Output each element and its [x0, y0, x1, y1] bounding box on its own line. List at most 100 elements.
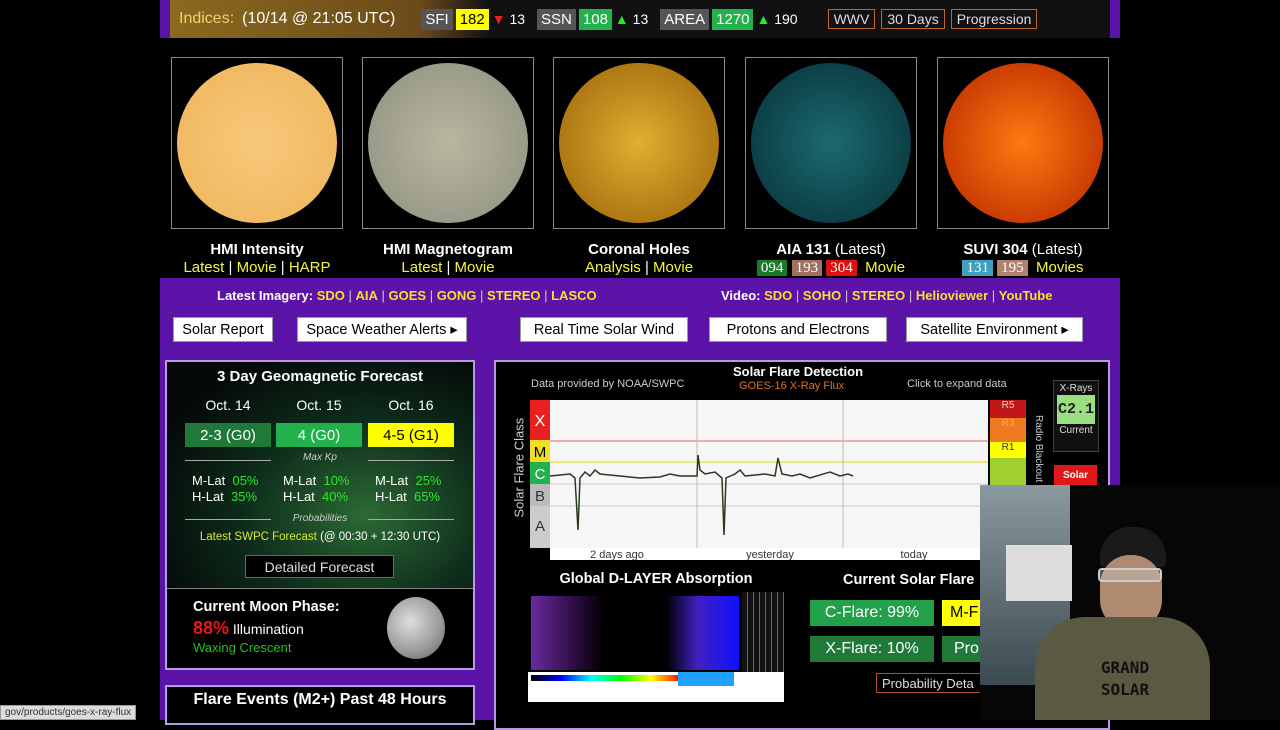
area-label: AREA [660, 8, 710, 30]
current-xray-box[interactable]: X-Rays C2.1 Current [1053, 380, 1099, 452]
movie-link[interactable]: Movie [237, 259, 277, 276]
aia-131-image[interactable] [745, 57, 917, 229]
mlat-probability: M-Lat 25% [375, 473, 442, 488]
analysis-link[interactable]: Analysis [585, 259, 641, 276]
nav-link[interactable]: SDO [764, 288, 792, 303]
swpc-forecast-link[interactable]: Latest SWPC Forecast [200, 531, 317, 543]
ssn-value: 108 [578, 8, 612, 30]
movie-link[interactable]: Movie [653, 259, 693, 276]
suvi-304-links: 131 195 Movies [928, 259, 1118, 277]
dlayer-scale [742, 592, 784, 672]
r1-level: R1 [990, 442, 1026, 458]
x-flare-probability: X-Flare: 10% [810, 636, 934, 662]
expand-data-link[interactable]: Click to expand data [907, 378, 1007, 390]
kp-forecast: 4-5 (G1) [368, 423, 454, 447]
divider [185, 460, 271, 461]
hmi-magnetogram-image[interactable] [362, 57, 534, 229]
nav-link[interactable]: YouTube [999, 288, 1053, 303]
detailed-forecast-button[interactable]: Detailed Forecast [245, 555, 394, 578]
kp-forecast: 4 (G0) [276, 423, 362, 447]
coronal-holes-links: Analysis | Movie [584, 259, 694, 276]
forecast-date: Oct. 15 [296, 397, 342, 413]
mlat-probability: M-Lat 05% [192, 473, 259, 488]
class-m-label: M [534, 444, 547, 461]
harp-link[interactable]: HARP [289, 259, 331, 276]
ssn-change: ▲ 13 [614, 11, 649, 27]
protons-electrons-button[interactable]: Protons and Electrons [709, 317, 887, 342]
dlayer-legend [528, 672, 784, 702]
up-arrow-icon: ▲ [614, 11, 629, 27]
flare-subtitle: GOES-16 X-Ray Flux [739, 380, 845, 392]
wavelength-193[interactable]: 193 [791, 260, 823, 276]
real-time-solar-wind-button[interactable]: Real Time Solar Wind [520, 317, 688, 342]
illumination: 88% Illumination [193, 618, 304, 638]
dlayer-title: Global D-LAYER Absorption [559, 571, 753, 587]
nav-link[interactable]: GOES [389, 288, 427, 303]
r3-level: R3 [990, 418, 1026, 442]
xray-flux-chart[interactable]: X M C B A 2 days ago yesterday today [530, 400, 990, 560]
suvi-304-image[interactable] [937, 57, 1109, 229]
flare-events-panel: Flare Events (M2+) Past 48 Hours [165, 685, 475, 725]
wavelength-094[interactable]: 094 [756, 260, 788, 276]
geomag-title: 3 Day Geomagnetic Forecast [217, 368, 423, 385]
30-days-button[interactable]: 30 Days [881, 9, 945, 29]
flare-provider: Data provided by NOAA/SWPC [531, 378, 685, 390]
solar-report-button[interactable]: Solar Report [173, 317, 273, 342]
radio-blackout-scale: R5 R3 R1 [990, 400, 1026, 486]
progression-button[interactable]: Progression [950, 9, 1038, 29]
aia-131-links: 094 193 304 Movie [736, 259, 926, 277]
current-xray-value: C2.1 [1057, 395, 1095, 424]
suvi-304-title: SUVI 304 (Latest) [963, 241, 1083, 258]
moon-image [387, 597, 445, 659]
solar-button[interactable]: Solar [1054, 465, 1097, 485]
wwv-button[interactable]: WWV [827, 9, 876, 29]
movies-link[interactable]: Movies [1036, 259, 1084, 276]
indices-datetime: (10/14 @ 21:05 UTC) [242, 10, 396, 27]
latest-link[interactable]: Latest [401, 259, 442, 276]
nav-link[interactable]: SDO [317, 288, 345, 303]
radio-blackout-label: Radio Blackout [1033, 415, 1044, 483]
divider [368, 519, 454, 520]
nav-link[interactable]: AIA [356, 288, 378, 303]
kp-forecast: 2-3 (G0) [185, 423, 271, 447]
down-arrow-icon: ▼ [491, 11, 506, 27]
moon-title: Current Moon Phase: [193, 599, 340, 615]
wavelength-304[interactable]: 304 [826, 260, 857, 276]
movie-link[interactable]: Movie [865, 259, 905, 276]
forecast-date: Oct. 14 [205, 397, 251, 413]
satellite-environment-button[interactable]: Satellite Environment ▸ [906, 317, 1083, 342]
proton-probability: Pro [942, 636, 982, 662]
nav-link[interactable]: Helioviewer [916, 288, 988, 303]
x-tick-label: yesterday [746, 549, 794, 560]
y-axis-label: Solar Flare Class [511, 417, 527, 518]
space-weather-alerts-button[interactable]: Space Weather Alerts ▸ [297, 317, 467, 342]
nav-label: Latest Imagery: [217, 288, 314, 303]
nav-link[interactable]: SOHO [803, 288, 841, 303]
probability-details-button[interactable]: Probability Deta [876, 673, 982, 693]
movie-link[interactable]: Movie [455, 259, 495, 276]
moon-phase-panel: Current Moon Phase: 88% Illumination Wax… [167, 588, 473, 668]
sfi-value: 182 [455, 8, 489, 30]
nav-link[interactable]: STEREO [487, 288, 540, 303]
hmi-intensity-image[interactable] [171, 57, 343, 229]
sfi-change: ▼ 13 [491, 11, 526, 27]
dlayer-map[interactable] [531, 596, 739, 670]
hmi-intensity-title: HMI Intensity [210, 241, 304, 258]
shirt-text: GRAND SOLAR [1100, 658, 1150, 699]
coronal-holes-image[interactable] [553, 57, 725, 229]
nav-link[interactable]: STEREO [852, 288, 905, 303]
c-flare-probability: C-Flare: 99% [810, 600, 934, 626]
coronal-holes-title: Coronal Holes [588, 241, 690, 258]
wavelength-131[interactable]: 131 [962, 260, 993, 276]
area-value: 1270 [712, 8, 754, 30]
swpc-forecast-line: Latest SWPC Forecast (@ 00:30 + 12:30 UT… [199, 531, 441, 543]
nav-link[interactable]: GONG [437, 288, 477, 303]
hlat-probability: H-Lat 65% [375, 489, 441, 504]
aia-131-title: AIA 131 (Latest) [776, 241, 886, 258]
latest-link[interactable]: Latest [183, 259, 224, 276]
forecast-date: Oct. 16 [388, 397, 434, 413]
x-tick-label: 2 days ago [590, 549, 644, 560]
nav-link[interactable]: LASCO [551, 288, 597, 303]
wavelength-195[interactable]: 195 [997, 260, 1028, 276]
up-arrow-icon: ▲ [756, 11, 771, 27]
